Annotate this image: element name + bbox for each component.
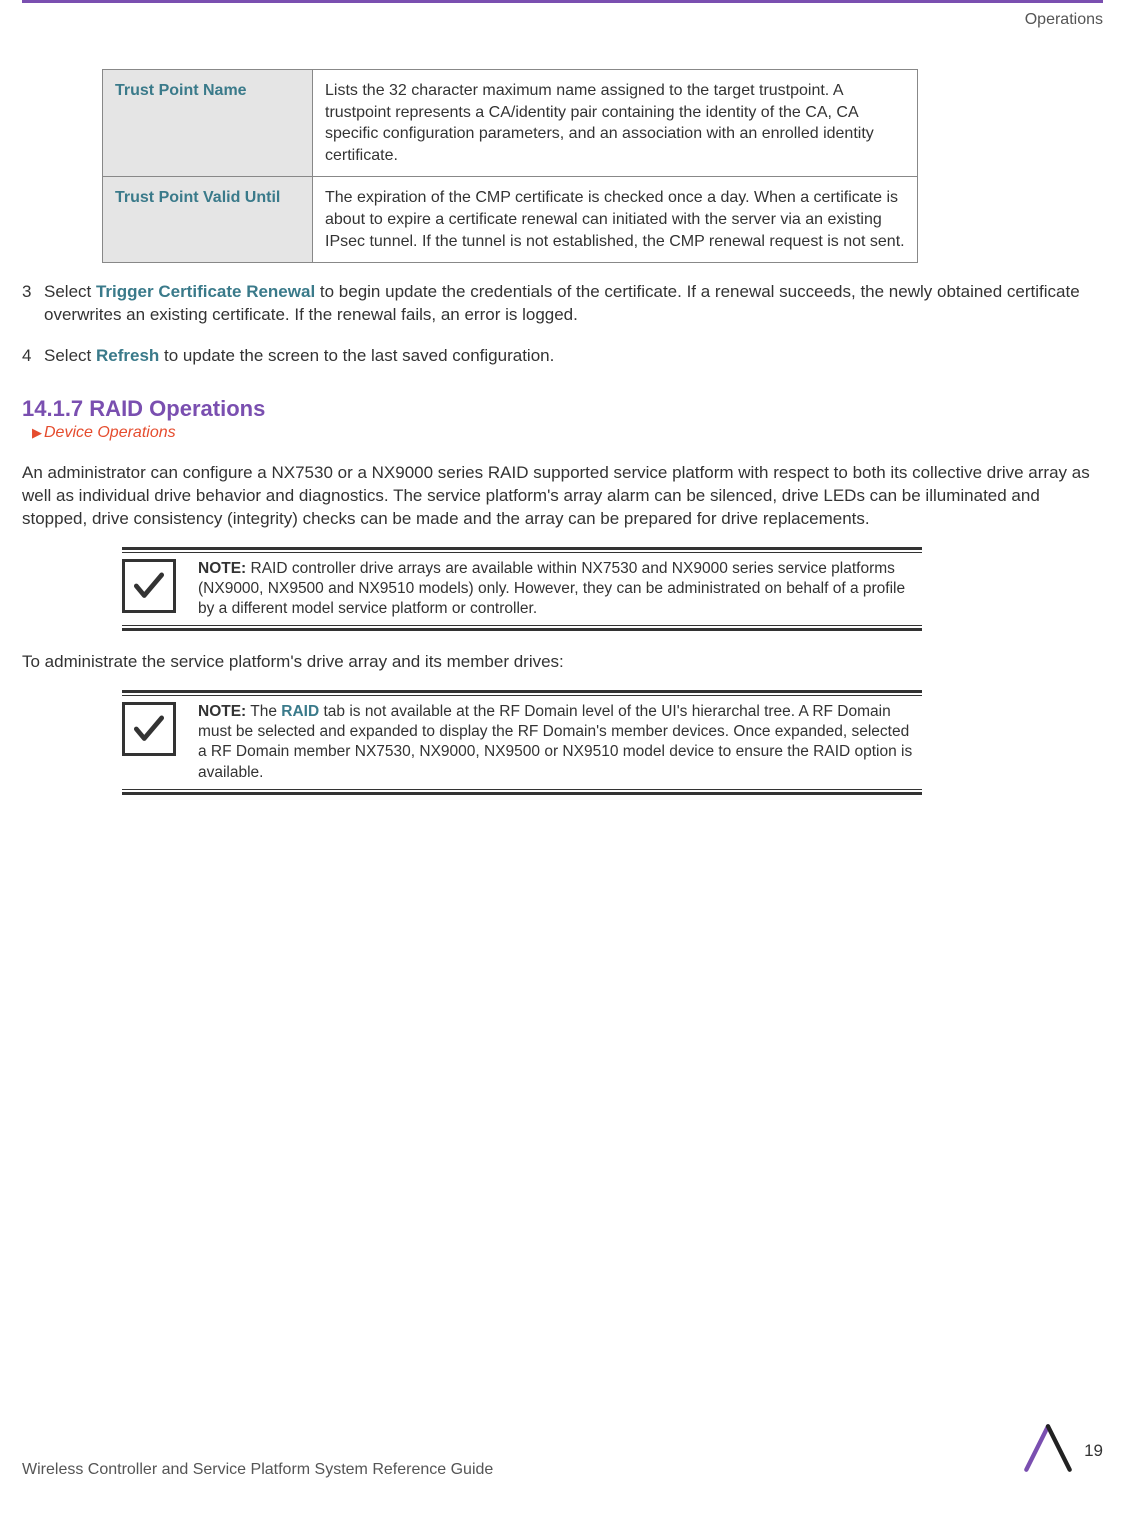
note-text: NOTE: The RAID tab is not available at t…: [198, 702, 922, 783]
note-block: NOTE: The RAID tab is not available at t…: [122, 690, 922, 795]
step-number: 4: [22, 345, 44, 368]
table-desc: Lists the 32 character maximum name assi…: [313, 70, 918, 177]
footer-title: Wireless Controller and Service Platform…: [22, 1461, 493, 1479]
page-header: Operations: [22, 0, 1103, 69]
table-label: Trust Point Name: [103, 70, 313, 177]
brand-logo-icon: [1022, 1422, 1074, 1479]
table-desc: The expiration of the CMP certificate is…: [313, 177, 918, 263]
page-number: 19: [1084, 1441, 1103, 1461]
step-item: 4 Select Refresh to update the screen to…: [22, 345, 1103, 368]
to-admin-paragraph: To administrate the service platform's d…: [22, 651, 1103, 674]
chapter-title: Operations: [1025, 11, 1103, 28]
table-row: Trust Point Name Lists the 32 character …: [103, 70, 918, 177]
action-link: Trigger Certificate Renewal: [96, 282, 315, 301]
note-text: NOTE: RAID controller drive arrays are a…: [198, 559, 922, 619]
note-block: NOTE: RAID controller drive arrays are a…: [122, 547, 922, 631]
checkmark-icon: [122, 559, 176, 613]
section-heading: 14.1.7 RAID Operations: [22, 396, 1103, 422]
step-text: Select Trigger Certificate Renewal to be…: [44, 281, 1103, 327]
checkmark-icon: [122, 702, 176, 756]
breadcrumb: ▶Device Operations: [32, 424, 1103, 442]
page-footer: Wireless Controller and Service Platform…: [22, 1422, 1103, 1479]
table-row: Trust Point Valid Until The expiration o…: [103, 177, 918, 263]
table-label: Trust Point Valid Until: [103, 177, 313, 263]
arrow-icon: ▶: [32, 425, 42, 440]
intro-paragraph: An administrator can configure a NX7530 …: [22, 462, 1103, 531]
step-number: 3: [22, 281, 44, 327]
trust-point-table: Trust Point Name Lists the 32 character …: [102, 69, 1103, 263]
step-text: Select Refresh to update the screen to t…: [44, 345, 1103, 368]
action-link: Refresh: [96, 346, 159, 365]
step-item: 3 Select Trigger Certificate Renewal to …: [22, 281, 1103, 327]
